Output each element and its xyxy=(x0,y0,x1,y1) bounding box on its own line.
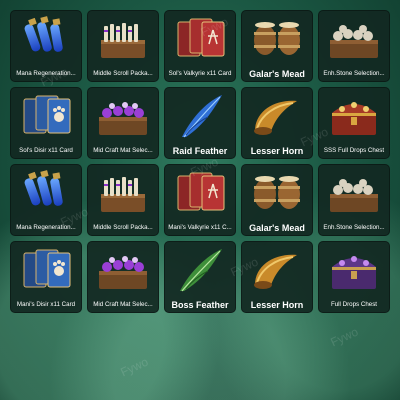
item-label: Mani's Valkyrie x11 C... xyxy=(168,224,232,231)
blue-card-icon xyxy=(10,241,82,299)
item-label: Sol's Valkyrie x11 Card xyxy=(168,70,232,77)
green-feather-icon xyxy=(164,241,236,299)
blue-feather-icon xyxy=(164,87,236,145)
stone-crate-icon xyxy=(318,164,390,222)
item-label: Mana Regeneration... xyxy=(16,70,76,77)
scroll-crate-icon xyxy=(87,10,159,68)
item-card[interactable]: Mani's Disir x11 Card xyxy=(10,241,82,313)
item-label: Middle Scroll Packa... xyxy=(93,70,153,77)
item-card[interactable]: Lesser Horn xyxy=(241,241,313,313)
item-label: Mani's Disir x11 Card xyxy=(16,301,76,308)
item-card[interactable]: Galar's Mead xyxy=(241,164,313,236)
mead-barrel-icon xyxy=(241,10,313,68)
item-label: Galar's Mead xyxy=(249,69,305,79)
item-card[interactable]: Enh.Stone Selection... xyxy=(318,164,390,236)
purple-crate-icon xyxy=(87,241,159,299)
red-card-icon xyxy=(164,10,236,68)
item-card[interactable]: Sol's Disir x11 Card xyxy=(10,87,82,159)
item-label: Enh.Stone Selection... xyxy=(323,70,385,77)
item-card[interactable]: SSS Full Drops Chest xyxy=(318,87,390,159)
purple-chest-icon xyxy=(318,241,390,299)
item-card[interactable]: Boss Feather xyxy=(164,241,236,313)
item-label: Lesser Horn xyxy=(250,300,304,310)
watermark: Fywo xyxy=(118,354,151,380)
item-card[interactable]: Mana Regeneration... xyxy=(10,10,82,82)
item-card[interactable]: Galar's Mead xyxy=(241,10,313,82)
item-card[interactable]: Mani's Valkyrie x11 C... xyxy=(164,164,236,236)
treasure-chest-icon xyxy=(318,87,390,145)
horn-icon xyxy=(241,87,313,145)
item-card[interactable]: Full Drops Chest xyxy=(318,241,390,313)
item-card[interactable]: Sol's Valkyrie x11 Card xyxy=(164,10,236,82)
item-label: Middle Scroll Packa... xyxy=(93,224,153,231)
item-label: Boss Feather xyxy=(171,300,229,310)
purple-crate-icon xyxy=(87,87,159,145)
item-label: Full Drops Chest xyxy=(330,301,378,308)
item-card[interactable]: Middle Scroll Packa... xyxy=(87,164,159,236)
item-label: Galar's Mead xyxy=(249,223,305,233)
horn-icon xyxy=(241,241,313,299)
blue-card-icon xyxy=(10,87,82,145)
item-label: SSS Full Drops Chest xyxy=(323,147,385,154)
item-label: Lesser Horn xyxy=(250,146,304,156)
item-card[interactable]: Raid Feather xyxy=(164,87,236,159)
item-card[interactable]: Lesser Horn xyxy=(241,87,313,159)
mana-potion-icon xyxy=(10,10,82,68)
item-label: Sol's Disir x11 Card xyxy=(19,147,73,154)
item-grid: Mana Regeneration... Middle Scroll Packa… xyxy=(10,10,390,313)
item-card[interactable]: Mana Regeneration... xyxy=(10,164,82,236)
item-card[interactable]: Mid Craft Mat Selec... xyxy=(87,241,159,313)
watermark: Fywo xyxy=(328,324,361,350)
item-card[interactable]: Enh.Stone Selection... xyxy=(318,10,390,82)
stone-crate-icon xyxy=(318,10,390,68)
item-label: Mana Regeneration... xyxy=(16,224,76,231)
mana-potion-icon xyxy=(10,164,82,222)
item-label: Mid Craft Mat Selec... xyxy=(93,301,153,308)
item-card[interactable]: Mid Craft Mat Selec... xyxy=(87,87,159,159)
scroll-crate-icon xyxy=(87,164,159,222)
red-card-icon xyxy=(164,164,236,222)
mead-barrel-icon xyxy=(241,164,313,222)
item-label: Raid Feather xyxy=(172,146,228,156)
item-label: Mid Craft Mat Selec... xyxy=(93,147,153,154)
item-card[interactable]: Middle Scroll Packa... xyxy=(87,10,159,82)
item-label: Enh.Stone Selection... xyxy=(323,224,385,231)
